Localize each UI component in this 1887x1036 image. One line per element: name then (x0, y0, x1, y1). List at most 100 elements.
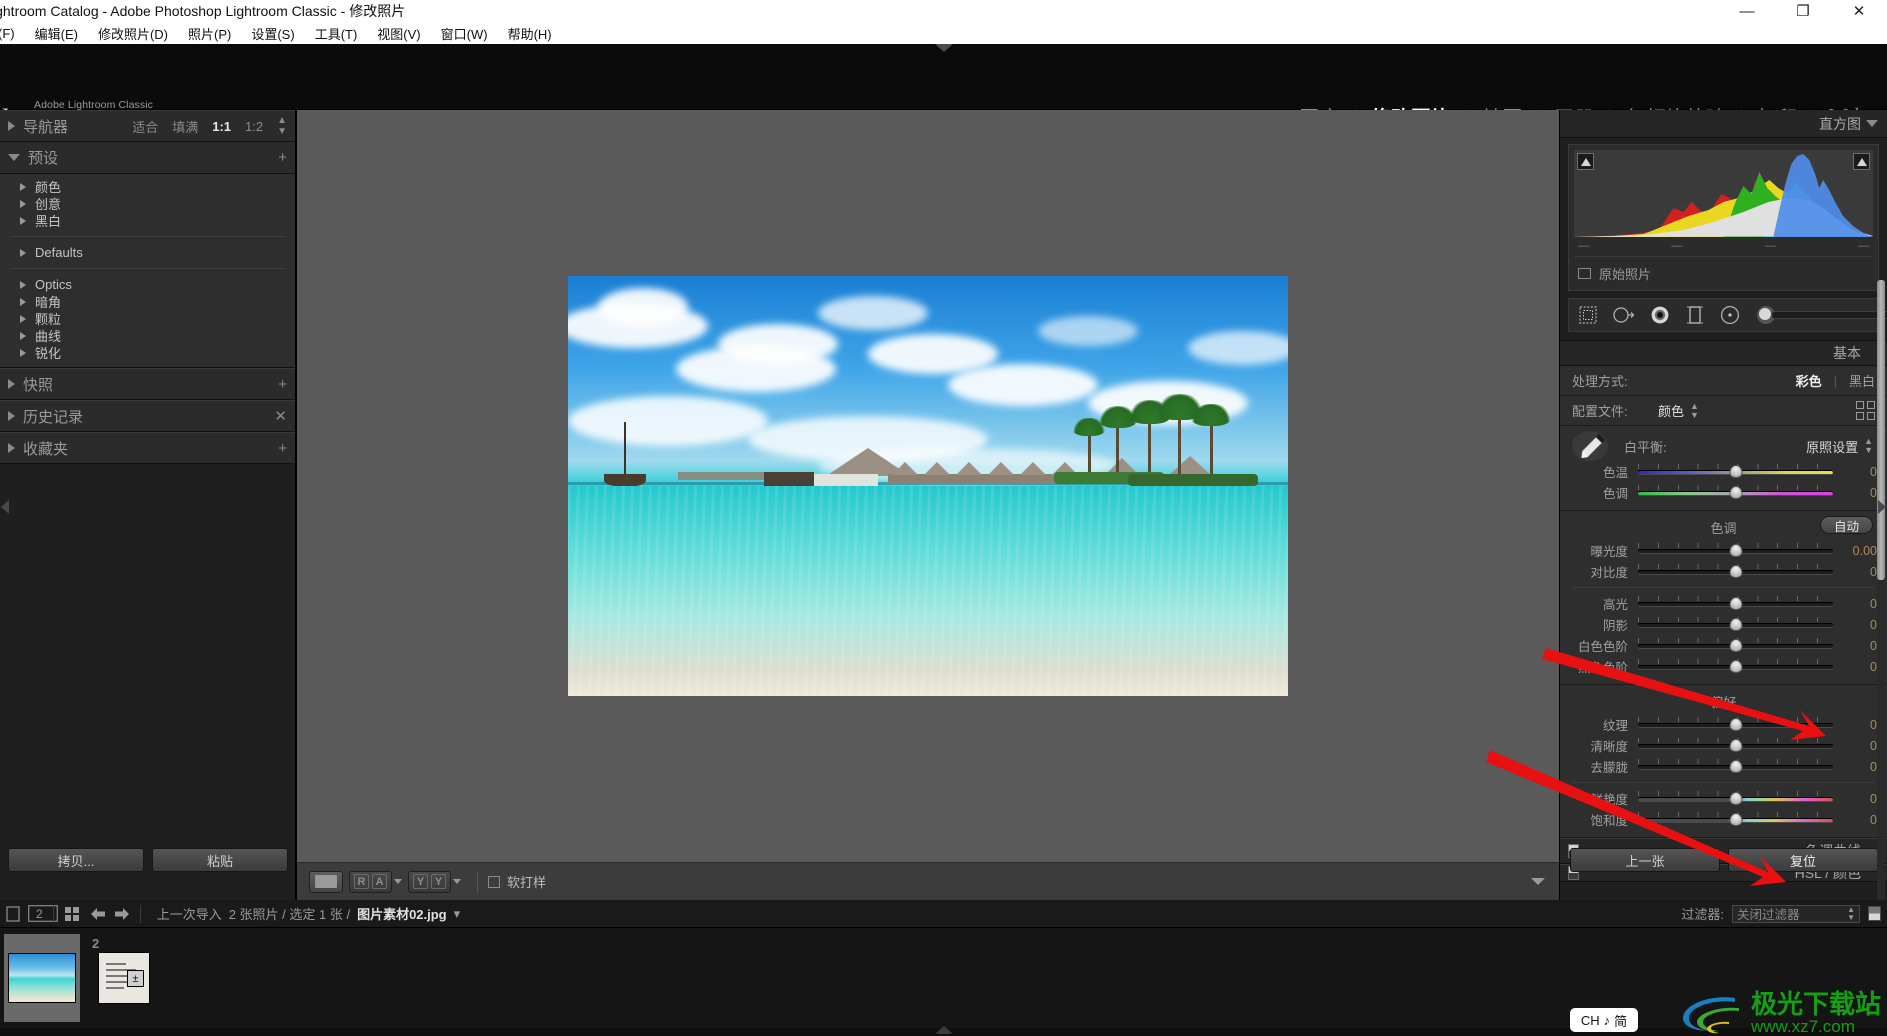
zoom-fit[interactable]: 适合 (132, 117, 158, 136)
thumbnail-document[interactable]: ± (98, 952, 150, 1004)
basic-section-header[interactable]: 基本 (1560, 340, 1887, 366)
highlights-knob[interactable] (1729, 597, 1742, 610)
menu-photo[interactable]: 照片(P) (178, 24, 241, 43)
preset-group-grain[interactable]: 颗粒 (0, 310, 295, 327)
crop-overlay-icon[interactable] (1577, 303, 1599, 327)
minimize-button[interactable]: — (1719, 0, 1775, 22)
auto-tone-button[interactable]: 自动 (1819, 516, 1873, 534)
left-panel-collapse-arrow[interactable] (1, 500, 9, 514)
menu-window[interactable]: 窗口(W) (431, 24, 498, 43)
highlights-track[interactable] (1638, 596, 1833, 610)
filter-stepper-icon[interactable]: ▲ ▼ (1847, 905, 1855, 922)
white-balance-stepper-icon[interactable]: ▲ ▼ (1864, 437, 1873, 455)
blacks-knob[interactable] (1729, 660, 1742, 673)
graduated-filter-icon[interactable] (1684, 303, 1706, 327)
paste-button[interactable]: 粘贴 (152, 848, 288, 872)
preset-group-sharpening[interactable]: 锐化 (0, 344, 295, 361)
dehaze-track[interactable] (1638, 759, 1833, 773)
white-balance-value[interactable]: 原照设置 (1806, 437, 1858, 456)
contrast-track[interactable] (1638, 564, 1833, 578)
photo-preview[interactable] (568, 276, 1288, 696)
treatment-bw-option[interactable]: 黑白 (1849, 371, 1875, 390)
menu-help[interactable]: 帮助(H) (498, 24, 562, 43)
preset-group-defaults[interactable]: Defaults (0, 244, 295, 261)
preset-group-curve[interactable]: 曲线 (0, 327, 295, 344)
add-preset-button[interactable]: + (278, 149, 287, 166)
preset-group-optics[interactable]: Optics (0, 276, 295, 293)
preset-group-color[interactable]: 颜色 (0, 178, 295, 195)
add-collection-button[interactable]: + (278, 440, 287, 457)
add-snapshot-button[interactable]: + (278, 376, 287, 393)
grid-icon[interactable] (64, 906, 80, 922)
original-photo-checkbox[interactable] (1578, 268, 1591, 279)
saturation-track[interactable] (1638, 812, 1833, 826)
saturation-knob[interactable] (1729, 813, 1742, 826)
go-forward-icon[interactable] (114, 907, 130, 921)
temperature-track[interactable] (1638, 464, 1833, 478)
original-photo-row[interactable]: 原始照片 (1574, 256, 1873, 285)
presets-header[interactable]: 预设 + (0, 142, 295, 174)
develop-badge[interactable]: ± (127, 970, 144, 987)
navigator-header[interactable]: 导航器 适合 填满 1:1 1:2 ▲ ▼ (0, 110, 295, 142)
texture-knob[interactable] (1729, 718, 1742, 731)
toolbar-collapse-arrow[interactable] (1531, 878, 1545, 885)
clarity-track[interactable] (1638, 738, 1833, 752)
filter-select[interactable]: 关闭过滤器 ▲ ▼ (1732, 904, 1860, 923)
red-eye-icon[interactable] (1649, 303, 1671, 327)
exposure-knob[interactable] (1729, 544, 1742, 557)
menu-edit[interactable]: 编辑(E) (25, 24, 88, 43)
chevron-down-icon[interactable] (453, 879, 461, 884)
filmstrip-dropdown-icon[interactable]: ▾ (454, 906, 461, 922)
right-panel-collapse-arrow[interactable] (1878, 500, 1886, 514)
right-panel-scroll-thumb[interactable] (1877, 280, 1885, 580)
menu-file[interactable]: (F) (0, 26, 25, 41)
whites-knob[interactable] (1729, 639, 1742, 652)
maximize-button[interactable]: ❐ (1775, 0, 1831, 22)
ime-indicator[interactable]: CH ♪ 简 (1570, 1008, 1638, 1032)
menu-develop[interactable]: 修改照片(D) (88, 24, 178, 43)
dehaze-knob[interactable] (1729, 760, 1742, 773)
temperature-knob[interactable] (1729, 465, 1742, 478)
zoom-fill[interactable]: 填满 (172, 117, 198, 136)
treatment-color-option[interactable]: 彩色 (1796, 371, 1822, 390)
thumbnail-photo[interactable] (8, 953, 76, 1003)
list-item[interactable] (4, 934, 80, 1022)
shadow-clipping-indicator[interactable] (1577, 153, 1594, 170)
preset-group-vignette[interactable]: 暗角 (0, 293, 295, 310)
show-secondary-window-icon[interactable] (6, 905, 20, 922)
whites-track[interactable] (1638, 638, 1833, 652)
snapshots-header[interactable]: 快照 + (0, 368, 295, 400)
right-panel-scrollbar[interactable] (1877, 280, 1885, 900)
chevron-down-icon[interactable] (394, 879, 402, 884)
before-after-yy-button[interactable]: YY (408, 870, 451, 893)
soft-proof-checkbox[interactable] (488, 875, 500, 888)
spot-removal-icon[interactable] (1612, 303, 1636, 327)
clarity-knob[interactable] (1729, 739, 1742, 752)
menu-view[interactable]: 视图(V) (367, 24, 430, 43)
exposure-track[interactable] (1638, 543, 1833, 557)
highlight-clipping-indicator[interactable] (1853, 153, 1870, 170)
zoom-stepper-icon[interactable]: ▲ ▼ (277, 115, 287, 137)
reset-button[interactable]: 复位 (1728, 848, 1878, 872)
list-item[interactable]: 2 ± (86, 934, 162, 1022)
tint-track[interactable] (1638, 485, 1833, 499)
menu-tools[interactable]: 工具(T) (305, 24, 368, 43)
histogram-graph[interactable] (1574, 150, 1873, 237)
filter-toggle-icon[interactable] (1868, 906, 1881, 921)
vibrance-knob[interactable] (1729, 792, 1742, 805)
top-panel-collapse-arrow[interactable] (934, 44, 953, 52)
go-back-icon[interactable] (90, 907, 106, 921)
collections-header[interactable]: 收藏夹 + (0, 432, 295, 464)
texture-track[interactable] (1638, 717, 1833, 731)
blacks-track[interactable] (1638, 659, 1833, 673)
adjustment-brush-icon[interactable] (1754, 303, 1887, 327)
shadows-track[interactable] (1638, 617, 1833, 631)
menu-settings[interactable]: 设置(S) (241, 24, 304, 43)
tint-knob[interactable] (1729, 486, 1742, 499)
filmstrip-collapse-arrow[interactable] (934, 1026, 953, 1034)
white-balance-eyedropper-icon[interactable] (1570, 426, 1614, 466)
history-header[interactable]: 历史记录 ✕ (0, 400, 295, 432)
close-button[interactable]: ✕ (1831, 0, 1887, 22)
preset-group-creative[interactable]: 创意 (0, 195, 295, 212)
before-after-button[interactable]: RA (349, 870, 392, 893)
